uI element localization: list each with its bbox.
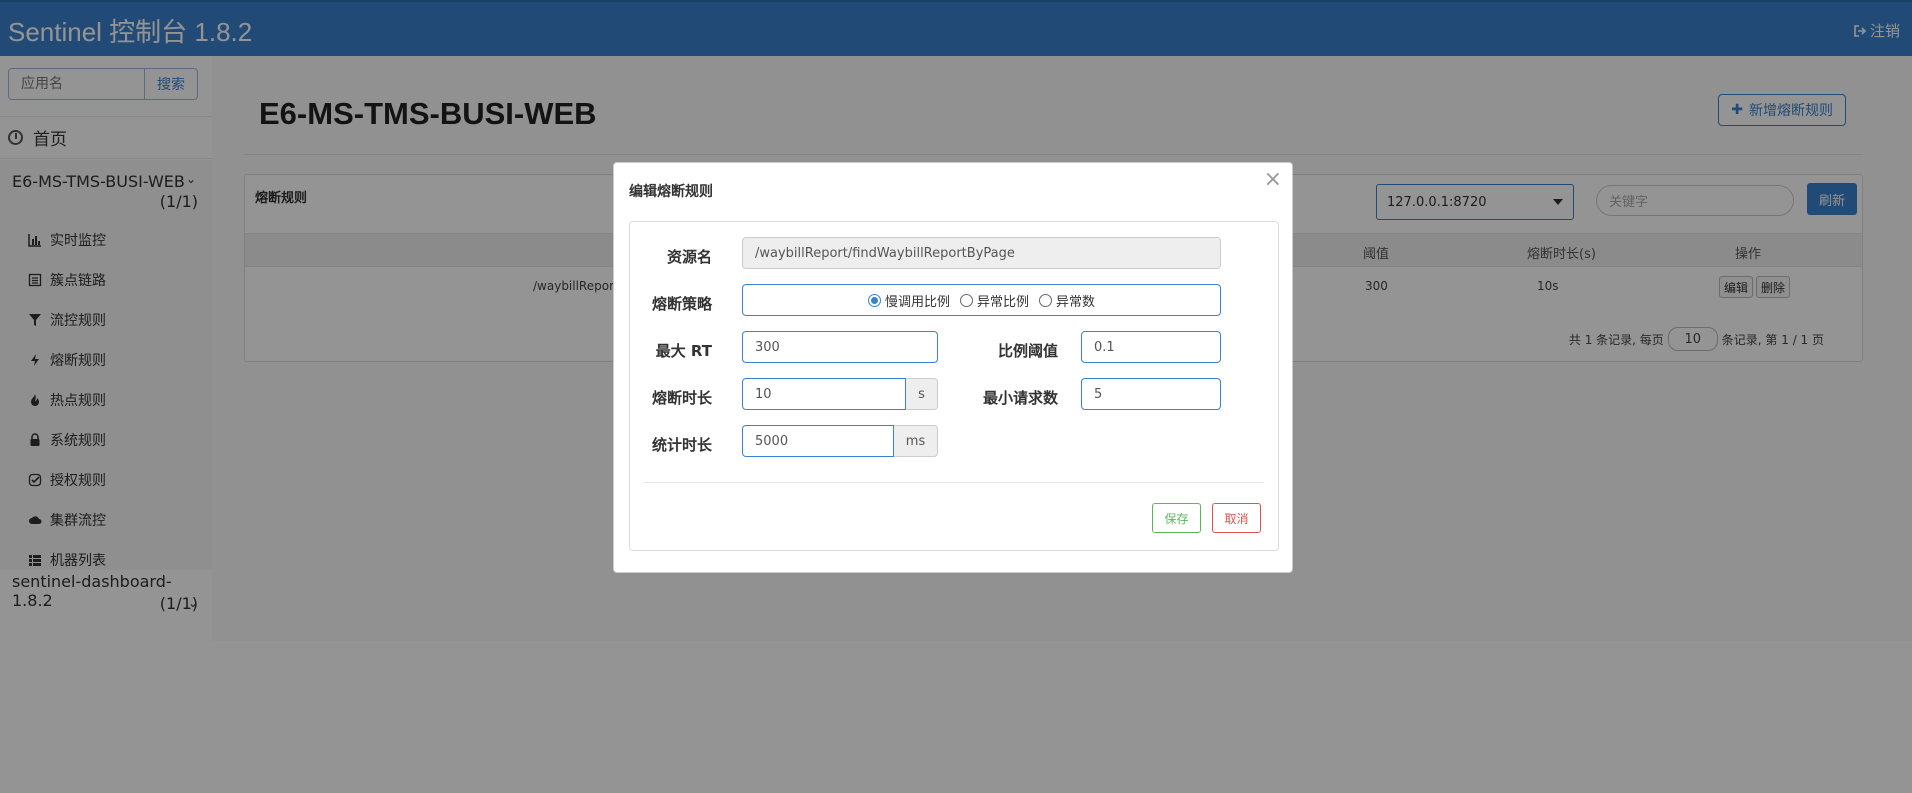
- duration-label: 熔断时长: [651, 389, 712, 407]
- dialog-form: 资源名 /waybillReport/findWaybillReportByPa…: [629, 221, 1279, 551]
- stat-interval-label: 统计时长: [651, 436, 712, 454]
- radio-selected-icon: [867, 293, 881, 307]
- duration-unit: s: [906, 378, 938, 410]
- strategy-slow-ratio[interactable]: 慢调用比例: [867, 291, 950, 310]
- resource-field: /waybillReport/findWaybillReportByPage: [742, 237, 1221, 269]
- radio-label: 慢调用比例: [884, 294, 950, 310]
- cancel-button[interactable]: 取消: [1212, 503, 1261, 533]
- max-rt-label: 最大 RT: [655, 342, 712, 360]
- radio-icon: [959, 293, 973, 307]
- min-request-field[interactable]: 5: [1081, 378, 1221, 410]
- ratio-threshold-field[interactable]: 0.1: [1081, 331, 1221, 363]
- strategy-radio-group: 慢调用比例 异常比例 异常数: [742, 284, 1221, 316]
- dialog-title: 编辑熔断规则: [629, 184, 713, 200]
- strategy-error-count[interactable]: 异常数: [1039, 291, 1095, 310]
- stat-interval-unit: ms: [894, 425, 938, 457]
- edit-degrade-rule-dialog: 编辑熔断规则 × 资源名 /waybillReport/findWaybillR…: [613, 162, 1293, 573]
- strategy-error-ratio[interactable]: 异常比例: [959, 291, 1029, 310]
- ratio-threshold-label: 比例阈值: [997, 342, 1058, 360]
- resource-label: 资源名: [666, 248, 712, 266]
- duration-field[interactable]: 10: [742, 378, 906, 410]
- radio-label: 异常比例: [976, 294, 1029, 310]
- min-request-label: 最小请求数: [982, 389, 1058, 407]
- form-divider: [644, 482, 1264, 483]
- close-icon[interactable]: ×: [1264, 167, 1282, 192]
- radio-label: 异常数: [1056, 294, 1096, 310]
- strategy-label: 熔断策略: [651, 295, 712, 313]
- stat-interval-field[interactable]: 5000: [742, 425, 894, 457]
- radio-icon: [1039, 293, 1052, 307]
- max-rt-field[interactable]: 300: [742, 331, 938, 363]
- save-button[interactable]: 保存: [1152, 503, 1201, 533]
